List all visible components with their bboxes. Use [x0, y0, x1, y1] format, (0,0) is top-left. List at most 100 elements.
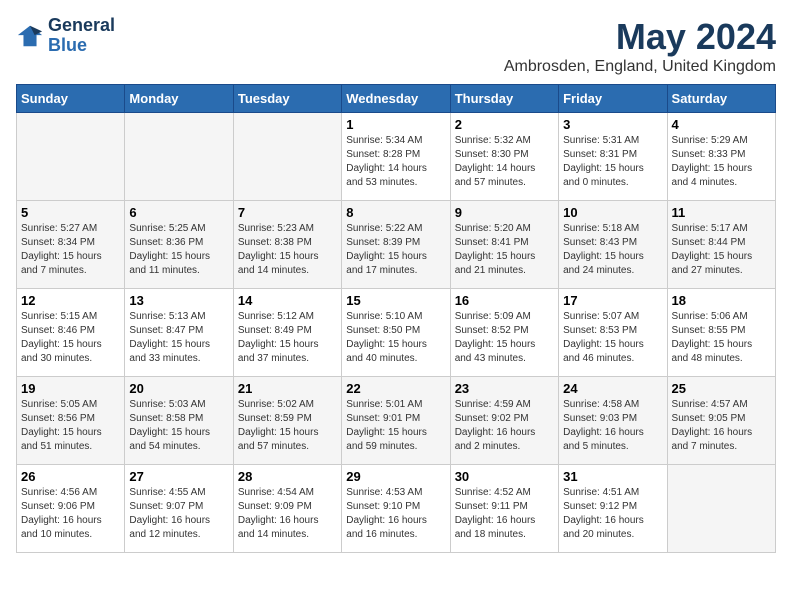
logo-icon — [16, 22, 44, 50]
calendar-cell: 23 Sunrise: 4:59 AM Sunset: 9:02 PM Dayli… — [450, 377, 558, 465]
day-number: 12 — [21, 293, 120, 308]
day-number: 24 — [563, 381, 662, 396]
weekday-header-row: SundayMondayTuesdayWednesdayThursdayFrid… — [17, 85, 776, 113]
day-info: Sunrise: 4:57 AM Sunset: 9:05 PM Dayligh… — [672, 398, 771, 454]
day-number: 9 — [455, 205, 554, 220]
calendar-cell: 30Sunrise: 4:52 AM Sunset: 9:11 PM Dayli… — [450, 465, 558, 553]
day-number: 29 — [346, 469, 445, 484]
day-number: 22 — [346, 381, 445, 396]
location: Ambrosden, England, United Kingdom — [504, 58, 776, 76]
calendar-cell: 21 Sunrise: 5:02 AM Sunset: 8:59 PM Dayli… — [233, 377, 341, 465]
calendar-cell — [667, 465, 775, 553]
day-number: 31 — [563, 469, 662, 484]
day-info: Sunrise: 5:03 AM Sunset: 8:58 PM Dayligh… — [129, 398, 228, 454]
day-number: 2 — [455, 117, 554, 132]
weekday-header-monday: Monday — [125, 85, 233, 113]
calendar-cell: 11 Sunrise: 5:17 AM Sunset: 8:44 PM Dayli… — [667, 201, 775, 289]
day-info: Sunrise: 5:15 AM Sunset: 8:46 PM Dayligh… — [21, 310, 120, 366]
calendar-cell: 6 Sunrise: 5:25 AM Sunset: 8:36 PM Daylig… — [125, 201, 233, 289]
day-info: Sunrise: 5:01 AM Sunset: 9:01 PM Dayligh… — [346, 398, 445, 454]
calendar-cell: 25 Sunrise: 4:57 AM Sunset: 9:05 PM Dayli… — [667, 377, 775, 465]
calendar-cell: 8 Sunrise: 5:22 AM Sunset: 8:39 PM Daylig… — [342, 201, 450, 289]
day-info: Sunrise: 5:23 AM Sunset: 8:38 PM Dayligh… — [238, 222, 337, 278]
day-number: 10 — [563, 205, 662, 220]
day-number: 13 — [129, 293, 228, 308]
day-number: 8 — [346, 205, 445, 220]
calendar-cell: 14 Sunrise: 5:12 AM Sunset: 8:49 PM Dayli… — [233, 289, 341, 377]
day-info: Sunrise: 5:29 AM Sunset: 8:33 PM Dayligh… — [672, 134, 771, 190]
calendar-cell: 15Sunrise: 5:10 AM Sunset: 8:50 PM Dayli… — [342, 289, 450, 377]
day-number: 14 — [238, 293, 337, 308]
day-number: 19 — [21, 381, 120, 396]
calendar-cell: 13Sunrise: 5:13 AM Sunset: 8:47 PM Dayli… — [125, 289, 233, 377]
title-block: May 2024 Ambrosden, England, United King… — [504, 16, 776, 76]
day-info: Sunrise: 4:55 AM Sunset: 9:07 PM Dayligh… — [129, 486, 228, 542]
day-info: Sunrise: 4:56 AM Sunset: 9:06 PM Dayligh… — [21, 486, 120, 542]
week-row-2: 5 Sunrise: 5:27 AM Sunset: 8:34 PM Daylig… — [17, 201, 776, 289]
day-info: Sunrise: 4:54 AM Sunset: 9:09 PM Dayligh… — [238, 486, 337, 542]
calendar-cell: 31Sunrise: 4:51 AM Sunset: 9:12 PM Dayli… — [559, 465, 667, 553]
day-info: Sunrise: 4:58 AM Sunset: 9:03 PM Dayligh… — [563, 398, 662, 454]
day-info: Sunrise: 5:06 AM Sunset: 8:55 PM Dayligh… — [672, 310, 771, 366]
week-row-4: 19Sunrise: 5:05 AM Sunset: 8:56 PM Dayli… — [17, 377, 776, 465]
calendar-cell — [125, 113, 233, 201]
calendar-cell: 26 Sunrise: 4:56 AM Sunset: 9:06 PM Dayli… — [17, 465, 125, 553]
day-info: Sunrise: 5:27 AM Sunset: 8:34 PM Dayligh… — [21, 222, 120, 278]
calendar-cell: 22 Sunrise: 5:01 AM Sunset: 9:01 PM Dayli… — [342, 377, 450, 465]
day-number: 4 — [672, 117, 771, 132]
day-info: Sunrise: 5:02 AM Sunset: 8:59 PM Dayligh… — [238, 398, 337, 454]
weekday-header-wednesday: Wednesday — [342, 85, 450, 113]
calendar-cell: 19Sunrise: 5:05 AM Sunset: 8:56 PM Dayli… — [17, 377, 125, 465]
day-number: 27 — [129, 469, 228, 484]
day-number: 28 — [238, 469, 337, 484]
day-info: Sunrise: 5:18 AM Sunset: 8:43 PM Dayligh… — [563, 222, 662, 278]
day-number: 23 — [455, 381, 554, 396]
day-info: Sunrise: 5:22 AM Sunset: 8:39 PM Dayligh… — [346, 222, 445, 278]
day-number: 20 — [129, 381, 228, 396]
calendar-cell: 5 Sunrise: 5:27 AM Sunset: 8:34 PM Daylig… — [17, 201, 125, 289]
day-number: 17 — [563, 293, 662, 308]
day-info: Sunrise: 4:53 AM Sunset: 9:10 PM Dayligh… — [346, 486, 445, 542]
calendar-cell: 2 Sunrise: 5:32 AM Sunset: 8:30 PM Daylig… — [450, 113, 558, 201]
calendar-table: SundayMondayTuesdayWednesdayThursdayFrid… — [16, 84, 776, 553]
day-info: Sunrise: 5:12 AM Sunset: 8:49 PM Dayligh… — [238, 310, 337, 366]
calendar-cell: 20 Sunrise: 5:03 AM Sunset: 8:58 PM Dayli… — [125, 377, 233, 465]
day-info: Sunrise: 5:20 AM Sunset: 8:41 PM Dayligh… — [455, 222, 554, 278]
day-number: 26 — [21, 469, 120, 484]
calendar-cell — [233, 113, 341, 201]
weekday-header-saturday: Saturday — [667, 85, 775, 113]
day-info: Sunrise: 5:31 AM Sunset: 8:31 PM Dayligh… — [563, 134, 662, 190]
weekday-header-sunday: Sunday — [17, 85, 125, 113]
calendar-cell — [17, 113, 125, 201]
calendar-cell: 12 Sunrise: 5:15 AM Sunset: 8:46 PM Dayli… — [17, 289, 125, 377]
day-info: Sunrise: 5:32 AM Sunset: 8:30 PM Dayligh… — [455, 134, 554, 190]
calendar-cell: 29 Sunrise: 4:53 AM Sunset: 9:10 PM Dayli… — [342, 465, 450, 553]
day-number: 21 — [238, 381, 337, 396]
weekday-header-friday: Friday — [559, 85, 667, 113]
day-number: 15 — [346, 293, 445, 308]
day-number: 3 — [563, 117, 662, 132]
day-info: Sunrise: 5:34 AM Sunset: 8:28 PM Dayligh… — [346, 134, 445, 190]
day-number: 18 — [672, 293, 771, 308]
day-info: Sunrise: 5:17 AM Sunset: 8:44 PM Dayligh… — [672, 222, 771, 278]
day-number: 11 — [672, 205, 771, 220]
logo-blue: Blue — [48, 36, 115, 56]
calendar-cell: 3 Sunrise: 5:31 AM Sunset: 8:31 PM Daylig… — [559, 113, 667, 201]
day-info: Sunrise: 4:59 AM Sunset: 9:02 PM Dayligh… — [455, 398, 554, 454]
day-info: Sunrise: 5:07 AM Sunset: 8:53 PM Dayligh… — [563, 310, 662, 366]
day-number: 5 — [21, 205, 120, 220]
calendar-cell: 16Sunrise: 5:09 AM Sunset: 8:52 PM Dayli… — [450, 289, 558, 377]
week-row-3: 12 Sunrise: 5:15 AM Sunset: 8:46 PM Dayli… — [17, 289, 776, 377]
weekday-header-thursday: Thursday — [450, 85, 558, 113]
day-number: 1 — [346, 117, 445, 132]
week-row-1: 1 Sunrise: 5:34 AM Sunset: 8:28 PM Daylig… — [17, 113, 776, 201]
calendar-cell: 7 Sunrise: 5:23 AM Sunset: 8:38 PM Daylig… — [233, 201, 341, 289]
calendar-cell: 4 Sunrise: 5:29 AM Sunset: 8:33 PM Daylig… — [667, 113, 775, 201]
page-header: General Blue May 2024 Ambrosden, England… — [16, 16, 776, 76]
day-info: Sunrise: 5:25 AM Sunset: 8:36 PM Dayligh… — [129, 222, 228, 278]
calendar-cell: 24 Sunrise: 4:58 AM Sunset: 9:03 PM Dayli… — [559, 377, 667, 465]
day-number: 25 — [672, 381, 771, 396]
calendar-cell: 1 Sunrise: 5:34 AM Sunset: 8:28 PM Daylig… — [342, 113, 450, 201]
day-number: 7 — [238, 205, 337, 220]
day-number: 6 — [129, 205, 228, 220]
